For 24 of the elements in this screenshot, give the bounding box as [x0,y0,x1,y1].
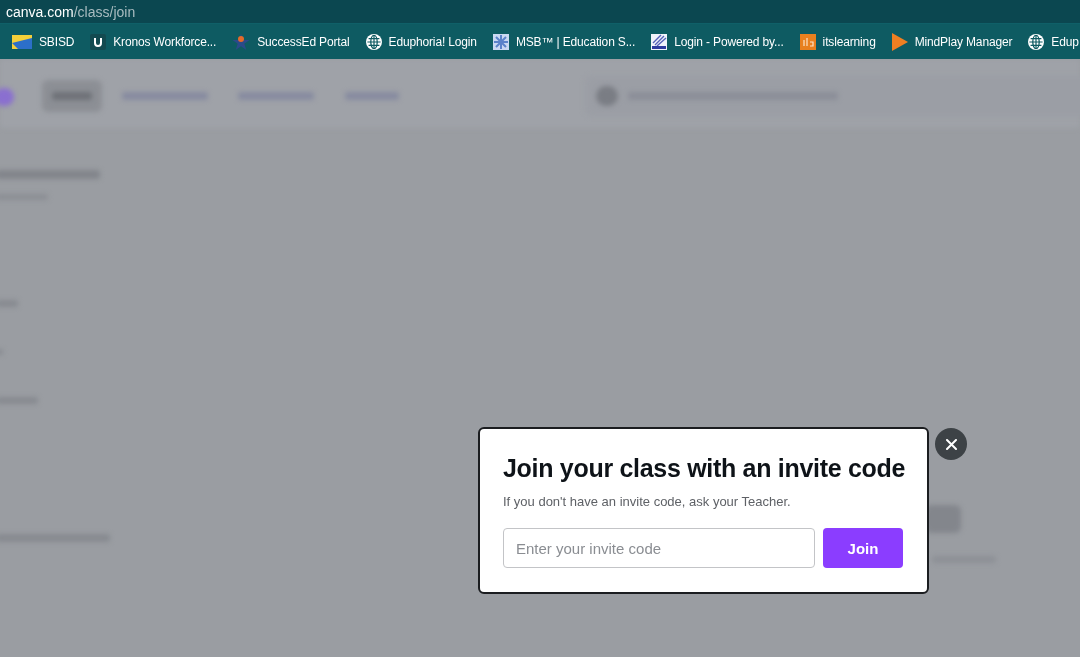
dialog-title: Join your class with an invite code [503,453,906,484]
banner-icon [12,34,32,49]
u-shape-icon [90,33,107,50]
globe-icon [365,33,382,50]
bookmark-item[interactable]: MindPlay Manager [885,27,1019,56]
bookmark-item[interactable]: Eduphoria! Login [359,27,483,56]
star-icon [232,32,251,51]
invite-code-field[interactable]: Enter your invite code [503,528,815,568]
bookmark-item[interactable]: Edup [1022,27,1080,56]
bookmark-item[interactable]: Login - Powered by... [645,27,790,56]
bookmark-item[interactable]: SuccessEd Portal [226,27,356,56]
tile-icon [799,33,816,50]
bookmark-item[interactable]: MSB™ | Education S... [486,27,642,56]
globe-icon [1028,33,1045,50]
bookmark-item[interactable]: Kronos Workforce... [84,27,223,56]
dialog-subtitle: If you don't have an invite code, ask your Teacher. [503,494,791,510]
snowflake-icon [492,33,509,50]
bookmark-item[interactable]: itslearning [793,27,882,56]
join-button[interactable]: Join [823,528,903,568]
striped-logo-icon [651,33,668,50]
url-text[interactable]: canva.com/class/join [6,2,136,21]
bookmark-item[interactable]: SBISD [6,27,81,56]
close-icon [945,438,957,450]
play-icon [891,32,908,51]
